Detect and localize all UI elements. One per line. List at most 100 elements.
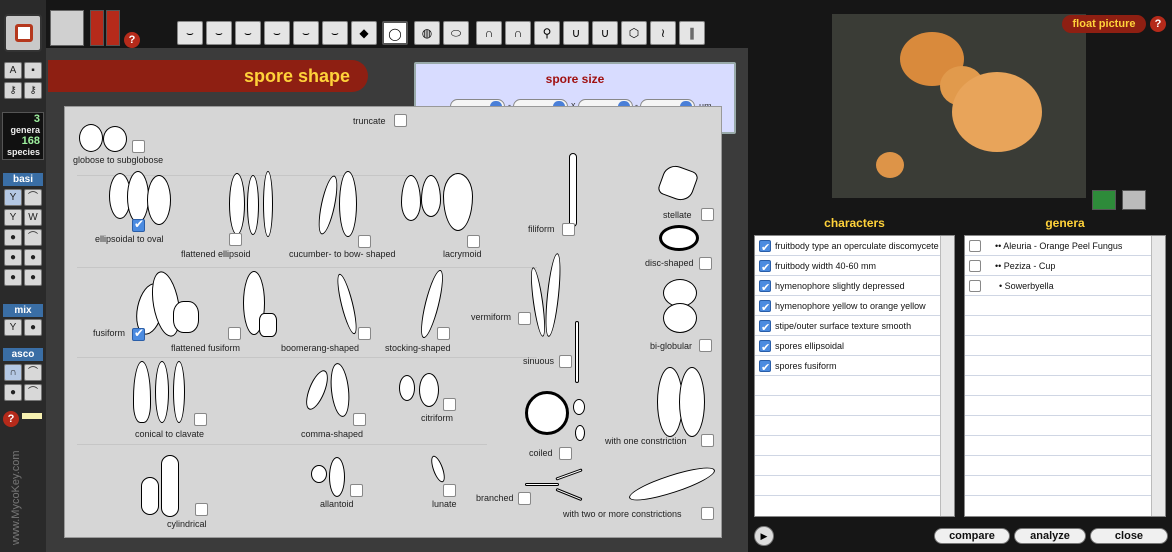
genera-scrollbar[interactable] xyxy=(1151,236,1165,516)
basi-icon-9[interactable]: ● xyxy=(4,269,22,286)
toggle-icon-a[interactable]: A xyxy=(4,62,22,79)
character-checkbox[interactable] xyxy=(759,258,771,275)
mix-icon-2[interactable]: ● xyxy=(24,319,42,336)
genus-checkbox[interactable] xyxy=(969,240,981,252)
save-icon[interactable]: ▪ xyxy=(24,62,42,79)
character-checkbox[interactable] xyxy=(759,298,771,315)
basi-icon-8[interactable]: ● xyxy=(24,249,42,266)
characters-scrollbar[interactable] xyxy=(940,236,954,516)
toolbar-help-icon[interactable]: ? xyxy=(124,32,140,48)
checkbox-allantoid[interactable] xyxy=(350,484,363,497)
grid-view-button[interactable] xyxy=(1092,190,1116,210)
checkbox-truncate[interactable] xyxy=(394,114,407,127)
basi-icon-1[interactable]: Y xyxy=(4,189,22,206)
checkbox-fusiform[interactable] xyxy=(132,326,145,341)
checkbox-cylindrical[interactable] xyxy=(195,503,208,516)
character-row[interactable]: fruitbody type an operculate discomycete xyxy=(755,236,941,256)
checkbox-lacrymoid[interactable] xyxy=(467,235,480,248)
tb-cup-icon-3[interactable]: ⌣ xyxy=(235,21,261,45)
analyze-button[interactable]: analyze xyxy=(1014,528,1086,544)
checkbox-one-constriction[interactable] xyxy=(701,434,714,447)
basi-icon-6[interactable]: ⌒ xyxy=(24,229,42,246)
genus-checkbox[interactable] xyxy=(969,280,981,292)
checkbox-disc[interactable] xyxy=(699,257,712,270)
character-row[interactable]: stipe/outer surface texture smooth xyxy=(755,316,941,336)
character-row[interactable]: fruitbody width 40-60 mm xyxy=(755,256,941,276)
basi-icon-3[interactable]: Y xyxy=(4,209,22,226)
tb-tube-icon[interactable]: ∥ xyxy=(679,21,705,45)
checkbox-stellate[interactable] xyxy=(701,208,714,221)
tb-flask-icon[interactable]: ⚲ xyxy=(534,21,560,45)
asco-icon-4[interactable]: ⌒ xyxy=(24,384,42,401)
checkbox-two-constrictions[interactable] xyxy=(701,507,714,520)
tb-cup-icon-6[interactable]: ⌣ xyxy=(322,21,348,45)
checkbox-flattened-fusiform[interactable] xyxy=(228,327,241,340)
list-view-button[interactable] xyxy=(1122,190,1146,210)
basi-icon-7[interactable]: ● xyxy=(4,249,22,266)
mix-icon-1[interactable]: Y xyxy=(4,319,22,336)
asco-icon-3[interactable]: ● xyxy=(4,384,22,401)
checkbox-lunate[interactable] xyxy=(443,484,456,497)
checkbox-globose[interactable] xyxy=(132,140,145,153)
checkbox-sinuous[interactable] xyxy=(559,355,572,368)
basi-icon-10[interactable]: ● xyxy=(24,269,42,286)
tb-cup-icon-2[interactable]: ⌣ xyxy=(206,21,232,45)
help-icon[interactable]: ? xyxy=(3,411,19,427)
character-row[interactable]: hymenophore yellow to orange yellow xyxy=(755,296,941,316)
character-row[interactable]: hymenophore slightly depressed xyxy=(755,276,941,296)
checkbox-comma[interactable] xyxy=(353,413,366,426)
tb-cup-icon-4[interactable]: ⌣ xyxy=(264,21,290,45)
tb-diamond-icon[interactable]: ◆ xyxy=(351,21,377,45)
genus-row[interactable]: • Sowerbyella xyxy=(965,276,1151,296)
character-checkbox[interactable] xyxy=(759,238,771,255)
checkbox-citriform[interactable] xyxy=(443,398,456,411)
tb-strands-icon[interactable]: ≀ xyxy=(650,21,676,45)
character-checkbox[interactable] xyxy=(759,318,771,335)
key-icon-b[interactable]: ⚷ xyxy=(24,82,42,99)
checkbox-filiform[interactable] xyxy=(562,223,575,236)
tb-hair-icon-2[interactable]: ∪ xyxy=(592,21,618,45)
basi-icon-5[interactable]: ● xyxy=(4,229,22,246)
compare-button[interactable]: compare xyxy=(934,528,1010,544)
checkbox-flattened-ellipsoid[interactable] xyxy=(229,233,242,246)
close-button[interactable]: close xyxy=(1090,528,1168,544)
tb-spore-striped-icon[interactable]: ◍ xyxy=(414,21,440,45)
character-row[interactable]: spores ellipsoidal xyxy=(755,336,941,356)
checkbox-branched[interactable] xyxy=(518,492,531,505)
basi-icon-2[interactable]: ⌒ xyxy=(24,189,42,206)
checkbox-cucumber[interactable] xyxy=(358,235,371,248)
float-picture-button[interactable]: float picture xyxy=(1062,15,1146,33)
play-button[interactable]: ▶ xyxy=(754,526,774,546)
tb-spore-dot-icon[interactable]: ⬭ xyxy=(443,21,469,45)
checkbox-boomerang[interactable] xyxy=(358,327,371,340)
back-arrow-button[interactable] xyxy=(90,10,104,46)
asco-icon-2[interactable]: ⌒ xyxy=(24,364,42,381)
specimen-photo[interactable] xyxy=(832,14,1146,210)
asco-icon-1[interactable]: ∩ xyxy=(4,364,22,381)
key-icon-a[interactable]: ⚷ xyxy=(4,82,22,99)
genus-row[interactable]: •• Peziza - Cup xyxy=(965,256,1151,276)
tb-cup-icon-1[interactable]: ⌣ xyxy=(177,21,203,45)
tb-arch-icon-1[interactable]: ∩ xyxy=(476,21,502,45)
character-checkbox[interactable] xyxy=(759,278,771,295)
tb-arch-icon-2[interactable]: ∩ xyxy=(505,21,531,45)
checkbox-coiled[interactable] xyxy=(559,447,572,460)
checkbox-stocking[interactable] xyxy=(437,327,450,340)
character-checkbox[interactable] xyxy=(759,358,771,375)
float-help-icon[interactable]: ? xyxy=(1150,16,1166,32)
checkbox-conical[interactable] xyxy=(194,413,207,426)
checkbox-ellipsoidal[interactable] xyxy=(132,217,145,232)
tb-hair-icon-1[interactable]: ∪ xyxy=(563,21,589,45)
character-checkbox[interactable] xyxy=(759,338,771,355)
tools-button[interactable] xyxy=(50,10,84,46)
home-logo-button[interactable] xyxy=(4,14,42,52)
checkbox-vermiform[interactable] xyxy=(518,312,531,325)
forward-arrow-button[interactable] xyxy=(106,10,120,46)
tb-cup-icon-5[interactable]: ⌣ xyxy=(293,21,319,45)
character-row[interactable]: spores fusiform xyxy=(755,356,941,376)
checkbox-biglobular[interactable] xyxy=(699,339,712,352)
tb-cells-icon[interactable]: ⬡ xyxy=(621,21,647,45)
genus-checkbox[interactable] xyxy=(969,260,981,272)
tb-spore-oval-icon[interactable]: ◯ xyxy=(382,21,408,45)
genus-row[interactable]: •• Aleuria - Orange Peel Fungus xyxy=(965,236,1151,256)
